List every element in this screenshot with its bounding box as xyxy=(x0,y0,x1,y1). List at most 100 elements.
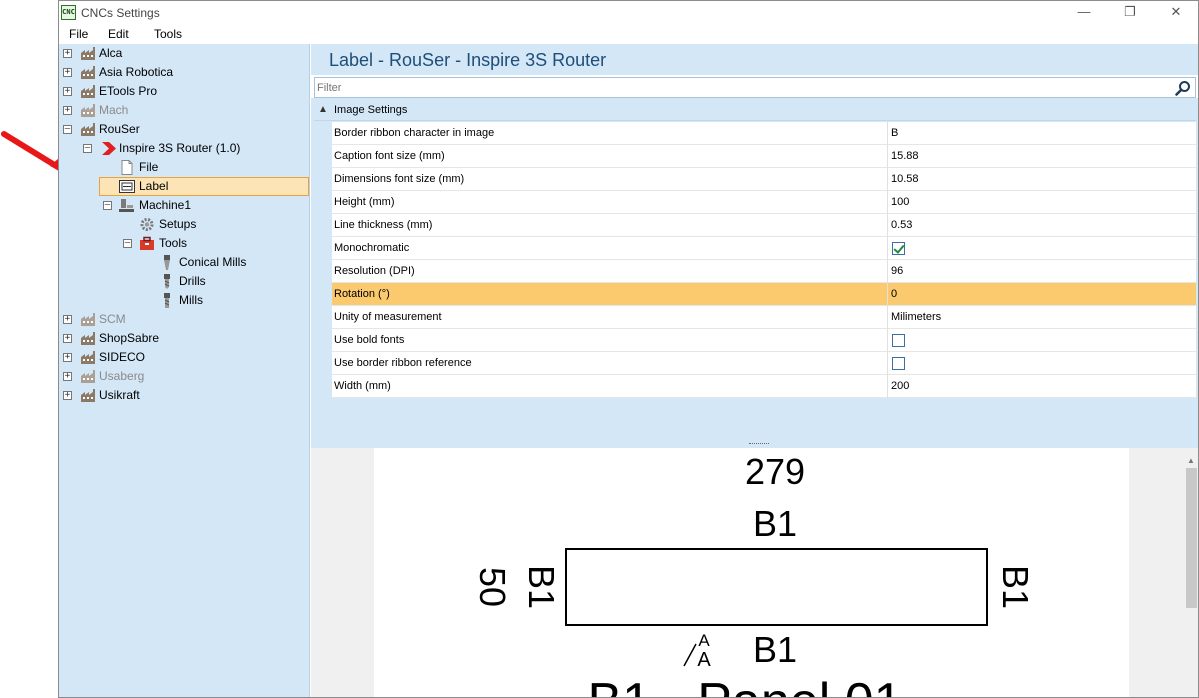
label-caption: B1 - Panel 01 xyxy=(587,673,902,698)
property-value[interactable] xyxy=(889,329,1196,352)
property-row[interactable]: Resolution (DPI) 96 xyxy=(332,260,1196,283)
factory-icon xyxy=(81,389,95,402)
height-dimension: 50 xyxy=(472,567,513,607)
tree-node-scm[interactable]: + SCM xyxy=(63,310,263,329)
expand-icon[interactable]: + xyxy=(63,372,72,381)
tree-node-etools-pro[interactable]: + ETools Pro xyxy=(63,82,263,101)
expand-icon[interactable]: + xyxy=(63,353,72,362)
tree-node-label: RouSer xyxy=(99,122,140,136)
expand-icon[interactable]: + xyxy=(63,49,72,58)
search-icon[interactable] xyxy=(1175,80,1191,96)
property-value[interactable]: 10.58 xyxy=(889,168,1196,191)
tree-node-label: SIDECO xyxy=(99,350,146,364)
tree-node-label-selected[interactable]: Label xyxy=(99,177,309,196)
tree-node-machine1[interactable]: – Machine1 xyxy=(103,196,303,215)
tree-node-inspire-router[interactable]: – Inspire 3S Router (1.0) xyxy=(83,139,283,158)
tree-node-label: Usaberg xyxy=(99,369,145,383)
property-value[interactable]: 96 xyxy=(889,260,1196,283)
property-row[interactable]: Use bold fonts xyxy=(332,329,1196,352)
collapse-icon[interactable]: – xyxy=(63,125,72,134)
collapse-caret-icon[interactable]: ▲ xyxy=(318,104,328,115)
collapse-icon[interactable]: – xyxy=(123,239,132,248)
close-button[interactable]: ✕ xyxy=(1153,1,1198,24)
property-row[interactable]: Width (mm) 200 xyxy=(332,375,1196,398)
checkbox-unchecked[interactable] xyxy=(892,357,905,370)
expand-icon[interactable]: + xyxy=(63,334,72,343)
expand-icon[interactable]: + xyxy=(63,87,72,96)
tree-node-conical-mills[interactable]: Conical Mills xyxy=(143,253,293,272)
property-value[interactable]: 200 xyxy=(889,375,1196,398)
property-value[interactable]: Milimeters xyxy=(889,306,1196,329)
menu-edit[interactable]: Edit xyxy=(108,27,129,41)
property-grid: ▲ Image Settings Border ribbon character… xyxy=(311,98,1198,442)
tree-node-drills[interactable]: Drills xyxy=(143,272,293,291)
factory-icon xyxy=(81,47,95,60)
tree-node-sideco[interactable]: + SIDECO xyxy=(63,348,263,367)
menu-tools[interactable]: Tools xyxy=(154,27,182,41)
property-row[interactable]: Monochromatic xyxy=(332,237,1196,260)
filter-input[interactable] xyxy=(317,79,1167,96)
tree-node-asia-robotica[interactable]: + Asia Robotica xyxy=(63,63,263,82)
splitter-grip[interactable] xyxy=(749,443,769,446)
preview-page: 279 B1 50 B1 B1 B1 A A B1 - Panel 01 xyxy=(374,448,1129,698)
collapse-icon[interactable]: – xyxy=(103,201,112,210)
property-row[interactable]: Use border ribbon reference xyxy=(332,352,1196,375)
property-value[interactable]: 15.88 xyxy=(889,145,1196,168)
factory-icon xyxy=(81,351,95,364)
restore-button[interactable]: ❐ xyxy=(1107,1,1153,24)
checkbox-checked[interactable] xyxy=(892,242,905,255)
property-name: Unity of measurement xyxy=(332,306,888,329)
expand-icon[interactable]: + xyxy=(63,391,72,400)
tree-node-mills[interactable]: Mills xyxy=(143,291,293,310)
minimize-button[interactable]: — xyxy=(1061,1,1107,24)
scroll-thumb[interactable] xyxy=(1186,468,1197,608)
machine-icon xyxy=(119,199,134,212)
tree-node-label: Usikraft xyxy=(99,388,140,402)
property-name: Width (mm) xyxy=(332,375,888,398)
property-row[interactable]: Height (mm) 100 xyxy=(332,191,1196,214)
property-row[interactable]: Border ribbon character in image B xyxy=(332,122,1196,145)
factory-icon xyxy=(81,104,95,117)
content-header: Label - RouSer - Inspire 3S Router xyxy=(311,44,1198,75)
label-preview: 279 B1 50 B1 B1 B1 A A B1 - Panel 01 ▲ xyxy=(311,448,1198,698)
property-name: Use border ribbon reference xyxy=(332,352,888,375)
preview-scrollbar[interactable]: ▲ xyxy=(1183,448,1198,697)
tree-node-shopsabre[interactable]: + ShopSabre xyxy=(63,329,263,348)
menu-file[interactable]: File xyxy=(69,27,88,41)
scroll-up-icon[interactable]: ▲ xyxy=(1187,456,1195,465)
toolbox-icon xyxy=(140,236,154,250)
property-value[interactable]: 0.53 xyxy=(889,214,1196,237)
property-value[interactable] xyxy=(889,352,1196,375)
collapse-icon[interactable]: – xyxy=(83,144,92,153)
router-chevron-icon xyxy=(102,142,116,155)
tree-node-usaberg[interactable]: + Usaberg xyxy=(63,367,263,386)
expand-icon[interactable]: + xyxy=(63,106,72,115)
group-label: Image Settings xyxy=(334,104,408,116)
property-value[interactable]: 100 xyxy=(889,191,1196,214)
tree-node-tools[interactable]: – Tools xyxy=(123,234,273,253)
property-row[interactable]: Unity of measurement Milimeters xyxy=(332,306,1196,329)
property-row[interactable]: Caption font size (mm) 15.88 xyxy=(332,145,1196,168)
tree-node-alca[interactable]: + Alca xyxy=(63,44,263,63)
property-name: Line thickness (mm) xyxy=(332,214,888,237)
property-row[interactable]: Dimensions font size (mm) 10.58 xyxy=(332,168,1196,191)
tree-node-label: Mach xyxy=(99,103,129,117)
mill-icon xyxy=(164,293,170,308)
property-row[interactable]: Line thickness (mm) 0.53 xyxy=(332,214,1196,237)
tree-node-mach[interactable]: + Mach xyxy=(63,101,263,120)
property-row[interactable]: Rotation (°) 0 xyxy=(332,283,1196,306)
tree-node-rouser[interactable]: – RouSer xyxy=(63,120,263,139)
property-name: Resolution (DPI) xyxy=(332,260,888,283)
title-bar: CNC CNCs Settings — ❐ ✕ xyxy=(59,1,1198,24)
property-value[interactable] xyxy=(889,237,1196,260)
tree-node-file[interactable]: File xyxy=(103,158,253,177)
checkbox-unchecked[interactable] xyxy=(892,334,905,347)
tree-node-usikraft[interactable]: + Usikraft xyxy=(63,386,263,405)
property-value[interactable]: 0 xyxy=(889,283,1196,306)
expand-icon[interactable]: + xyxy=(63,315,72,324)
expand-icon[interactable]: + xyxy=(63,68,72,77)
property-value[interactable]: B xyxy=(889,122,1196,145)
tree-node-setups[interactable]: Setups xyxy=(123,215,273,234)
group-header-image-settings[interactable]: ▲ Image Settings xyxy=(314,101,1196,121)
tree-node-label: SCM xyxy=(99,312,126,326)
